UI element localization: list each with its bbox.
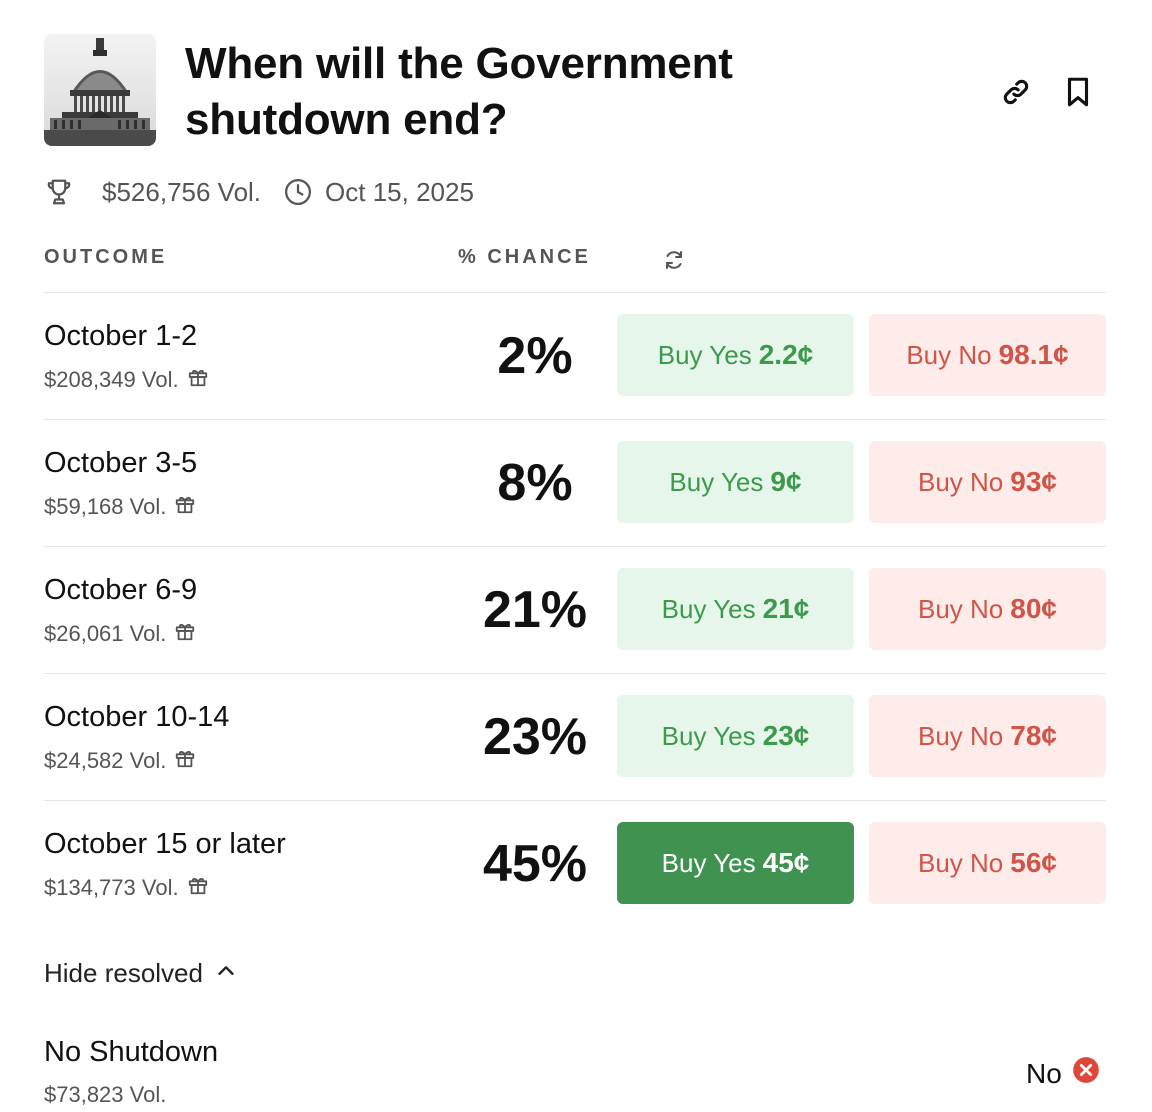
buy-no-price: 78¢ [1010,720,1057,751]
x-circle-icon [1072,1056,1100,1091]
outcome-volume: $208,349 Vol. [44,366,209,394]
outcome-name: October 3-5 [44,447,198,479]
buy-no-price: 93¢ [1010,466,1057,497]
resolved-result: No [1026,1057,1062,1089]
buy-yes-label: Buy Yes [669,466,764,497]
clock-icon [283,177,313,207]
column-header-outcome: OUTCOME [44,246,168,268]
outcome-name: October 10-14 [44,701,230,733]
outcome-chance: 2% [497,327,573,385]
outcome-volume-text: $24,582 Vol. [44,748,167,773]
divider [44,546,1106,547]
buy-no-price: 80¢ [1010,593,1057,624]
buy-yes-label: Buy Yes [661,847,756,878]
outcome-name: October 6-9 [44,574,198,606]
buy-no-button[interactable]: Buy No 93¢ [869,441,1106,523]
outcome-chance: 21% [482,581,588,639]
buy-yes-price: 2.2¢ [758,339,814,370]
buy-no-label: Buy No [918,466,1004,497]
buy-yes-label: Buy Yes [657,339,752,370]
buy-no-price: 98.1¢ [998,339,1069,370]
trophy-icon [44,177,74,207]
gift-icon [174,747,196,775]
divider [44,292,1106,293]
capitol-image [44,34,156,146]
buy-no-label: Buy No [918,593,1004,624]
outcome-volume-text: $26,061 Vol. [44,621,167,646]
divider [44,419,1106,420]
resolved-outcome-volume: $73,823 Vol. [44,1082,167,1107]
gift-icon [187,874,209,902]
buy-yes-price: 45¢ [762,847,810,878]
hide-resolved-toggle[interactable]: Hide resolved [44,958,237,989]
column-header-chance: % CHANCE [458,246,591,268]
outcome-chance: 8% [497,454,573,512]
outcome-volume: $59,168 Vol. [44,493,196,521]
buy-yes-button[interactable]: Buy Yes 21¢ [617,568,854,650]
buy-yes-price: 9¢ [770,466,802,497]
outcome-volume-text: $59,168 Vol. [44,494,167,519]
outcome-volume-text: $134,773 Vol. [44,875,179,900]
end-date: Oct 15, 2025 [325,176,474,207]
buy-no-label: Buy No [918,847,1004,878]
buy-yes-price: 23¢ [762,720,810,751]
refresh-icon[interactable] [662,248,686,277]
chevron-up-icon [215,958,237,989]
divider [44,800,1106,801]
buy-yes-price: 21¢ [762,593,810,624]
buy-yes-button[interactable]: Buy Yes 2.2¢ [617,314,854,396]
outcome-volume: $24,582 Vol. [44,747,196,775]
buy-yes-button[interactable]: Buy Yes 45¢ [617,822,854,904]
market-thumbnail [44,34,156,146]
buy-no-button[interactable]: Buy No 56¢ [869,822,1106,904]
buy-yes-label: Buy Yes [661,720,756,751]
outcome-name: October 15 or later [44,828,286,860]
bookmark-icon[interactable] [1058,72,1098,112]
buy-yes-button[interactable]: Buy Yes 9¢ [617,441,854,523]
outcome-volume-text: $208,349 Vol. [44,367,179,392]
buy-no-label: Buy No [906,339,992,370]
resolved-outcome-name: No Shutdown [44,1036,219,1068]
outcome-chance: 23% [482,708,588,766]
buy-no-label: Buy No [918,720,1004,751]
market-title: When will the Government shutdown end? [185,39,733,144]
gift-icon [174,620,196,648]
outcome-volume: $26,061 Vol. [44,620,196,648]
gift-icon [174,493,196,521]
gift-icon [187,366,209,394]
link-icon[interactable] [996,72,1036,112]
resolved-status: No [1026,1056,1100,1091]
buy-yes-button[interactable]: Buy Yes 23¢ [617,695,854,777]
hide-resolved-label: Hide resolved [44,958,203,988]
buy-no-button[interactable]: Buy No 78¢ [869,695,1106,777]
buy-yes-label: Buy Yes [661,593,756,624]
outcome-chance: 45% [482,835,588,893]
outcome-name: October 1-2 [44,320,198,352]
total-volume: $526,756 Vol. [102,176,262,207]
outcome-volume: $134,773 Vol. [44,874,209,902]
divider [44,673,1106,674]
market-meta: $526,756 Vol. Oct 15, 2025 [44,172,474,212]
buy-no-price: 56¢ [1010,847,1057,878]
buy-no-button[interactable]: Buy No 98.1¢ [869,314,1106,396]
buy-no-button[interactable]: Buy No 80¢ [869,568,1106,650]
